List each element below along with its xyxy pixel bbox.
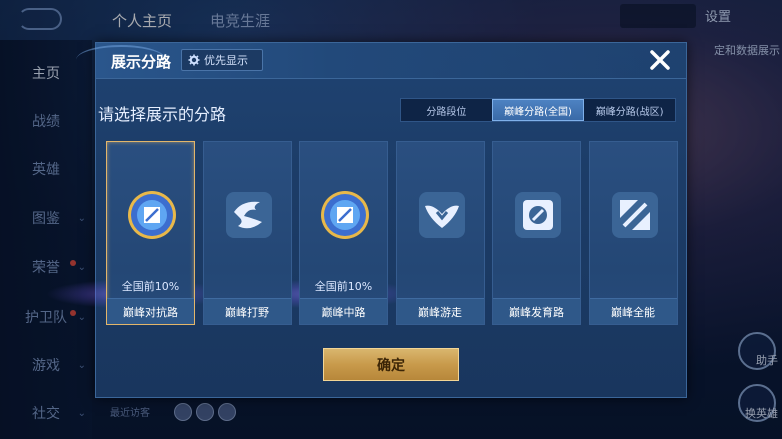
lane-card-roam[interactable]: 巅峰游走 [395, 141, 485, 325]
segment-lane-rank[interactable]: 分路段位 [401, 99, 492, 121]
lane-card-farm[interactable]: 巅峰发育路 [492, 141, 581, 325]
lane-card-label: 巅峰全能 [589, 298, 677, 324]
priority-display-label: 优先显示 [204, 54, 248, 67]
segment-peak-national[interactable]: 巅峰分路(全国) [491, 99, 585, 121]
close-button[interactable] [646, 46, 674, 74]
lane-segmented-control: 分路段位 巅峰分路(全国) 巅峰分路(战区) [400, 98, 676, 122]
lane-card-top[interactable]: 全国前10% 巅峰对抗路 [106, 141, 195, 325]
segment-peak-region[interactable]: 巅峰分路(战区) [584, 99, 675, 121]
lane-card-list: 全国前10% 巅峰对抗路 巅峰打野 全国前10% 巅峰中路 巅峰游走 巅峰发育路… [46, 141, 678, 325]
lane-card-label: 巅峰游走 [396, 298, 484, 324]
gear-icon [188, 54, 200, 66]
close-icon [650, 50, 670, 70]
farm-lane-icon [515, 192, 561, 238]
lane-card-mid[interactable]: 全国前10% 巅峰中路 [299, 141, 388, 325]
lane-mid-badge-icon [321, 191, 369, 239]
lane-card-label: 巅峰中路 [300, 298, 387, 324]
lane-card-all-round[interactable]: 巅峰全能 [588, 141, 678, 325]
lane-card-label: 巅峰对抗路 [107, 298, 194, 324]
rank-text: 全国前10% [314, 280, 373, 293]
dialog-header: 展示分路 优先显示 [76, 43, 686, 79]
all-round-icon [611, 192, 658, 238]
lane-top-badge-icon [128, 191, 176, 239]
jungle-icon [225, 192, 272, 238]
dialog-title: 展示分路 [111, 53, 172, 71]
lane-card-jungle[interactable]: 巅峰打野 [202, 141, 292, 325]
rank-text: 全国前10% [121, 280, 180, 293]
lane-display-dialog: 展示分路 优先显示 请选择展示的分路 分路段位 巅峰分路(全国) 巅峰分路(战区… [46, 42, 687, 398]
dialog-subtitle: 请选择展示的分路 [98, 105, 227, 124]
priority-display-button[interactable]: 优先显示 [181, 49, 263, 71]
confirm-button[interactable]: 确定 [323, 348, 459, 381]
lane-card-label: 巅峰发育路 [493, 298, 580, 324]
roam-icon [418, 192, 465, 238]
lane-card-label: 巅峰打野 [203, 298, 291, 324]
